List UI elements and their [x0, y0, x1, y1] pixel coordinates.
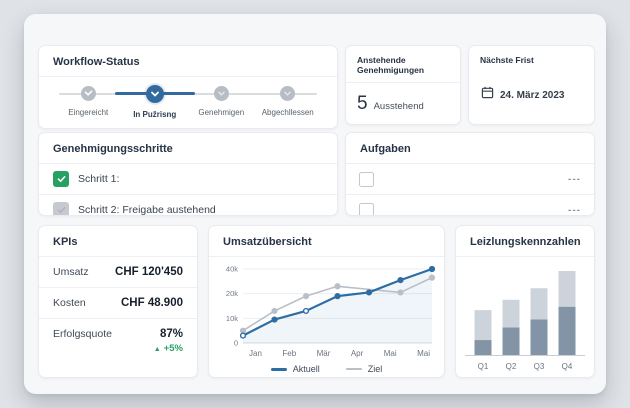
step-label: Eingereicht [68, 108, 109, 117]
up-triangle-icon: ▲ [153, 346, 161, 353]
divider [456, 256, 594, 257]
bar-chart-svg: Q1 Q2 Q3 Q4 [465, 271, 585, 371]
kpi-label: Kosten [53, 297, 86, 309]
step-genehmigen: Genehmigen [188, 81, 255, 117]
line-chart-legend: Aktuell Ziel [209, 364, 444, 374]
revenue-chart-card: Umsatzübersicht 0 10k 20k 40k Jan Feb Mär Apr M… [208, 225, 445, 378]
checkbox-pending[interactable] [53, 202, 69, 215]
kpi-title: KPIs [53, 236, 78, 248]
svg-text:Q1: Q1 [478, 362, 489, 371]
kpi-label: Umsatz [53, 266, 89, 278]
x-axis-label: Mai [417, 349, 430, 358]
svg-text:Q2: Q2 [506, 362, 517, 371]
workflow-status-title: Workflow-Status [53, 56, 140, 68]
approval-steps-card: Genehmigungsschritte Schritt 1: Schritt … [38, 132, 338, 216]
x-axis-label: Apr [350, 349, 364, 358]
kpi-card: KPIs Umsatz CHF 120'450 Kosten CHF 48.90… [38, 225, 198, 378]
chevron-down-icon [145, 84, 164, 103]
kpi-row-umsatz: Umsatz CHF 120'450 [39, 257, 197, 287]
task-menu-dashes[interactable]: --- [568, 174, 581, 185]
task-row[interactable]: --- [346, 195, 594, 216]
svg-text:10k: 10k [226, 314, 238, 323]
svg-text:0: 0 [234, 339, 238, 348]
tasks-title: Aufgaben [360, 143, 411, 155]
pending-approvals-title: Anstehende Genehmigungen [357, 55, 425, 75]
performance-chart-card: Leizlungskennzahlen Q1 Q2 Q3 Q4 [455, 225, 595, 378]
approval-step-label: Schritt 1: [78, 173, 120, 185]
approvals-count: 5 [357, 93, 368, 114]
legend-label: Ziel [367, 364, 383, 374]
kpi-value: CHF 120'450 [115, 266, 183, 278]
task-menu-dashes[interactable]: --- [568, 205, 581, 216]
kpi-value: 87% [159, 328, 183, 340]
divider [39, 76, 337, 77]
revenue-chart-title: Umsatzübersicht [223, 236, 312, 248]
kpi-value: CHF 48.900 [120, 297, 183, 309]
step-label: Genehmigen [198, 108, 245, 117]
step-label: Abgechllessen [261, 108, 314, 117]
kpi-delta: ▲ +5% [39, 343, 197, 362]
performance-chart-title: Leizlungskennzahlen [470, 236, 581, 248]
step-abgeschlossen: Abgechllessen [255, 81, 322, 117]
workflow-stepper: Eingereicht In Pužrisng Genehmigen Abgec… [55, 81, 322, 128]
legend-line-swatch [345, 368, 362, 370]
approvals-count-label: Ausstehend [373, 101, 424, 112]
x-axis-labels: Jan Feb Mär Apr Mai Mai [209, 349, 444, 358]
svg-text:Q3: Q3 [534, 362, 545, 371]
step-done-icon [80, 86, 96, 101]
next-deadline-card: Nächste Frist 24. März 2023 [468, 45, 595, 125]
approval-step-row: Schritt 2: Freigabe austehend [39, 195, 337, 216]
kpi-row-kosten: Kosten CHF 48.900 [39, 288, 197, 318]
deadline-date: 24. März 2023 [500, 89, 565, 101]
approval-step-row: Schritt 1: [39, 164, 337, 194]
legend-item: Ziel [345, 364, 383, 374]
kpi-label: Erfolgsquote [53, 328, 112, 340]
task-row[interactable]: --- [346, 164, 594, 194]
tasks-card: Aufgaben --- --- [345, 132, 595, 216]
step-label: In Pužrisng [133, 109, 177, 119]
approval-steps-title: Genehmigungsschritte [53, 143, 173, 155]
checkbox-checked[interactable] [53, 171, 69, 187]
step-eingereicht: Eingereicht [55, 81, 122, 117]
task-checkbox[interactable] [359, 171, 374, 187]
x-axis-label: Jan [249, 349, 262, 358]
x-axis-label: Feb [282, 349, 297, 358]
kpi-row-erfolgsquote: Erfolgsquote 87% [39, 319, 197, 343]
divider [209, 256, 444, 257]
dashboard-panel: Workflow-Status Eingereicht In Pužrisng [24, 14, 606, 394]
pending-approvals-card: Anstehende Genehmigungen 5 Ausstehend [345, 45, 461, 125]
task-checkbox[interactable] [359, 202, 374, 215]
legend-label: Aktuell [292, 364, 320, 374]
svg-text:20k: 20k [226, 289, 238, 298]
step-pending-icon [213, 86, 229, 101]
line-chart-svg: 0 10k 20k 40k [226, 265, 436, 348]
next-deadline-title: Nächste Frist [480, 55, 534, 65]
workflow-status-card: Workflow-Status Eingereicht In Pužrisng [38, 45, 338, 129]
x-axis-label: Mai [383, 349, 397, 358]
svg-text:40k: 40k [226, 265, 238, 274]
kpi-delta-value: +5% [163, 343, 183, 354]
calendar-icon [481, 86, 494, 104]
approval-step-label: Schritt 2: Freigabe austehend [78, 204, 216, 216]
x-axis-label: Mär [316, 349, 331, 358]
legend-item: Aktuell [270, 364, 320, 374]
legend-line-swatch [270, 367, 287, 371]
svg-text:Q4: Q4 [562, 362, 573, 371]
step-pending-icon [280, 86, 296, 101]
step-in-pruefung: In Pužrisng [122, 81, 189, 119]
